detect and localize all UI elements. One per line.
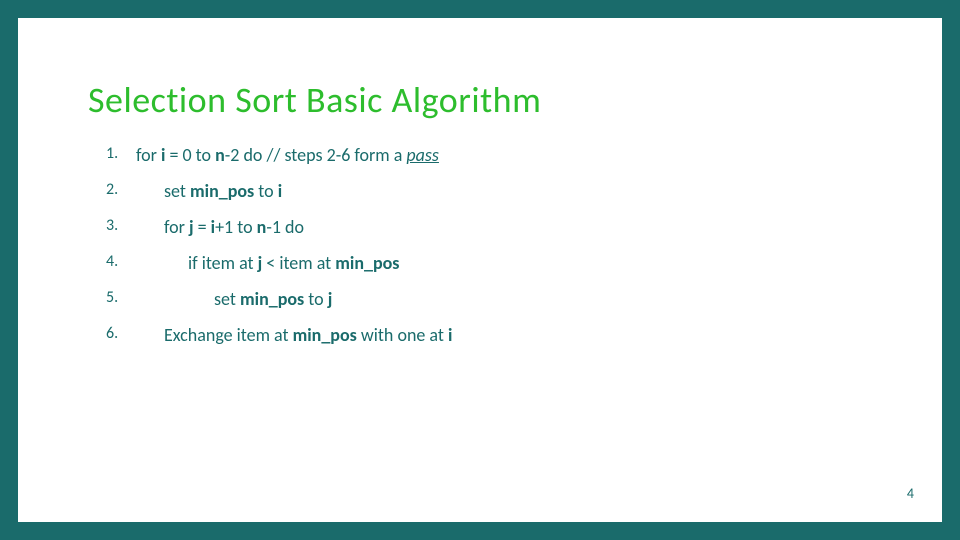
step-text-part: min_pos [293, 324, 357, 346]
step-text-part: min_pos [190, 180, 254, 202]
step-text-part: < item at [262, 252, 335, 274]
algorithm-steps: 1.for i = 0 to n-2 do // steps 2-6 form … [88, 144, 882, 346]
step-text-part: min_pos [240, 288, 304, 310]
step-number: 1. [88, 144, 136, 166]
step-text-part: i [278, 180, 282, 202]
step-text-part: for [136, 144, 161, 166]
step-text-part: -1 do [266, 216, 304, 238]
step-text: Exchange item at min_pos with one at i [136, 324, 882, 346]
step-number: 5. [88, 288, 136, 310]
step-text: for i = 0 to n-2 do // steps 2-6 form a … [136, 144, 882, 166]
step-text-part: min_pos [335, 252, 399, 274]
step-text-part: set [164, 180, 190, 202]
step-number: 2. [88, 180, 136, 202]
step-text-part: j [328, 288, 333, 310]
step-text: set min_pos to j [136, 288, 882, 310]
step-number: 4. [88, 252, 136, 274]
step-text-part: to [304, 288, 327, 310]
step-text-part: i [448, 324, 452, 346]
step-text-part: -2 do // steps 2-6 form a [225, 144, 407, 166]
step-text-part: set [214, 288, 240, 310]
algorithm-step: 3.for j = i+1 to n-1 do [88, 216, 882, 238]
step-text-part: = 0 to [165, 144, 215, 166]
step-text-part: pass [406, 144, 439, 166]
step-text-part: if item at [188, 252, 258, 274]
step-text-part: Exchange item at [164, 324, 293, 346]
step-text-part: for [164, 216, 189, 238]
algorithm-step: 4.if item at j < item at min_pos [88, 252, 882, 274]
slide: Selection Sort Basic Algorithm 1.for i =… [0, 0, 960, 540]
step-text-part: to [254, 180, 277, 202]
step-text-part: n [215, 144, 225, 166]
page-number: 4 [907, 485, 914, 502]
step-text-part: +1 to [215, 216, 257, 238]
algorithm-step: 5.set min_pos to j [88, 288, 882, 310]
algorithm-step: 2.set min_pos to i [88, 180, 882, 202]
step-text: for j = i+1 to n-1 do [136, 216, 882, 238]
step-number: 6. [88, 324, 136, 346]
step-text-part: with one at [357, 324, 448, 346]
step-number: 3. [88, 216, 136, 238]
slide-title: Selection Sort Basic Algorithm [88, 78, 882, 122]
step-text-part: = [194, 216, 211, 238]
step-text: if item at j < item at min_pos [136, 252, 882, 274]
algorithm-step: 1.for i = 0 to n-2 do // steps 2-6 form … [88, 144, 882, 166]
step-text-part: n [257, 216, 267, 238]
step-text: set min_pos to i [136, 180, 882, 202]
algorithm-step: 6.Exchange item at min_pos with one at i [88, 324, 882, 346]
